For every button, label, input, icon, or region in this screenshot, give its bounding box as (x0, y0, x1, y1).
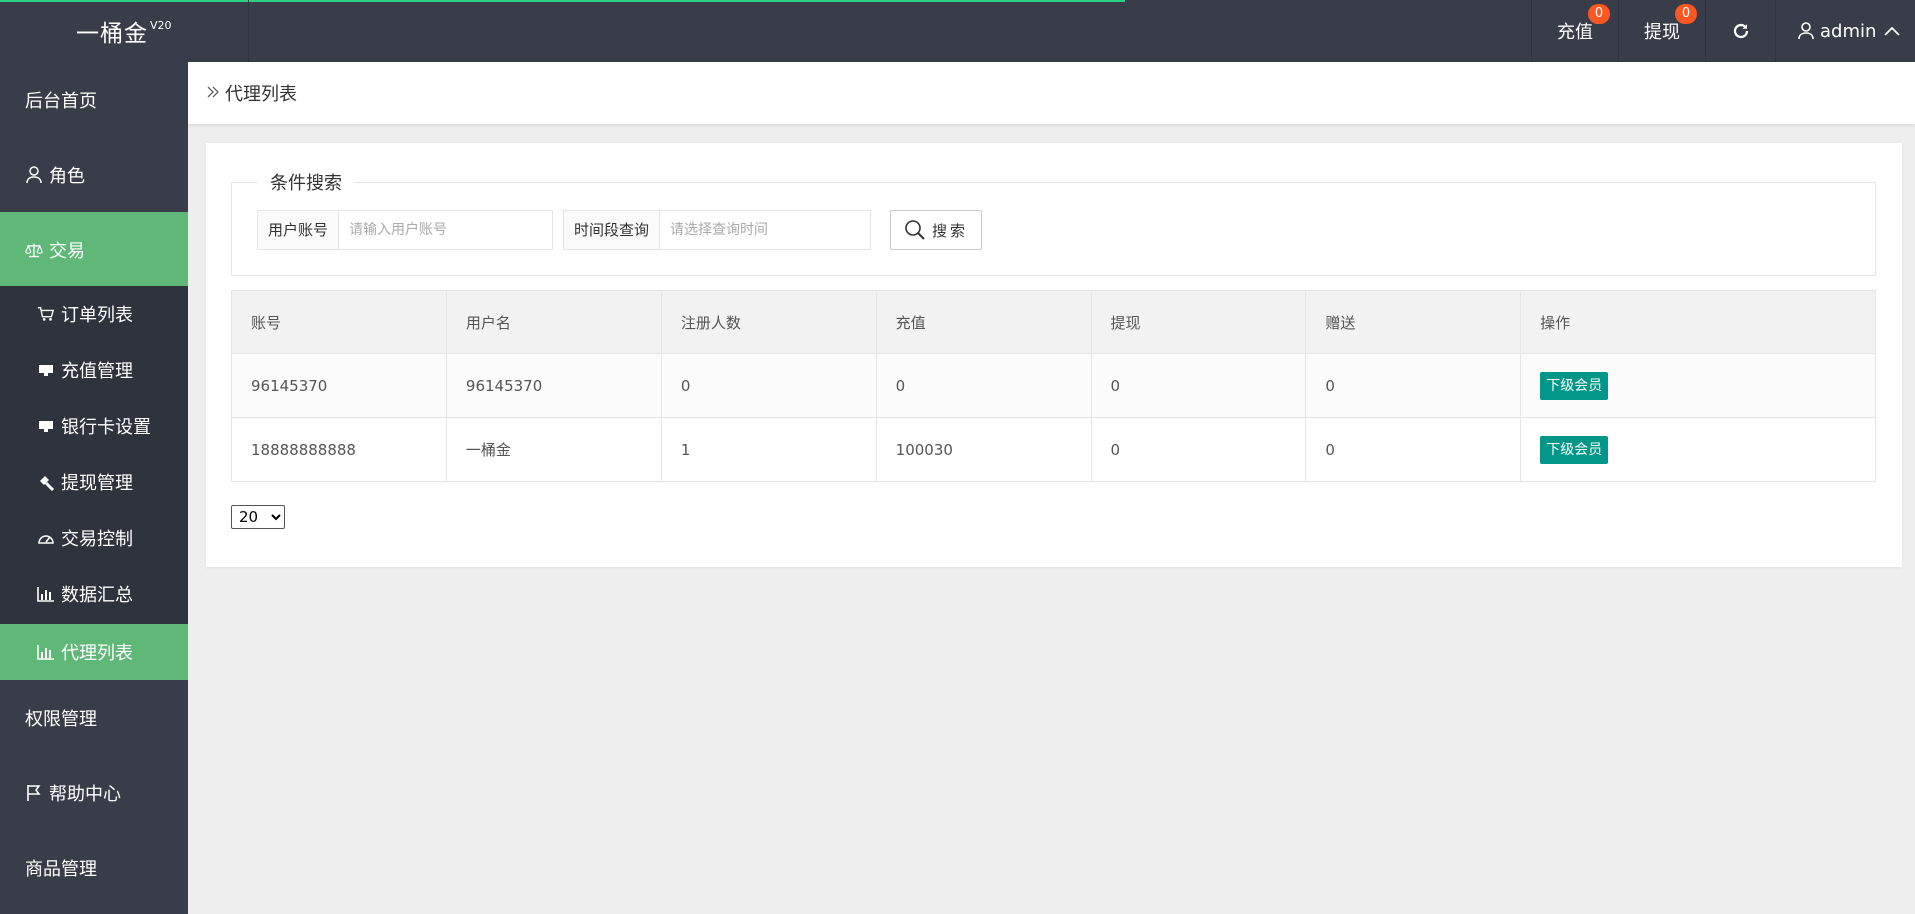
col-username: 用户名 (445, 290, 662, 354)
cell-recharge: 0 (875, 353, 1092, 418)
col-gift: 赠送 (1305, 290, 1522, 354)
time-range-input[interactable] (660, 211, 870, 249)
hammer-icon (37, 473, 55, 491)
sidebar-item-label: 帮助中心 (49, 783, 121, 805)
cell-actions: 下级会员 (1520, 353, 1876, 418)
table-header-row: 账号 用户名 注册人数 充值 提现 赠送 操作 (231, 290, 1876, 354)
flag-icon (25, 784, 43, 802)
cart-icon (37, 305, 55, 323)
header-actions: 充值 0 提现 0 admin (1531, 0, 1915, 62)
page-title: 代理列表 (225, 84, 297, 105)
col-registrations: 注册人数 (660, 290, 877, 354)
account-input[interactable] (339, 211, 550, 249)
username: admin (1820, 20, 1877, 42)
sidebar-item-label: 交易控制 (61, 529, 133, 550)
col-withdraw: 提现 (1090, 290, 1307, 354)
account-input-group: 用户账号 (257, 210, 553, 250)
withdraw-button[interactable]: 提现 0 (1618, 0, 1705, 62)
app-name: 一桶金 (76, 21, 148, 47)
table-row: 18888888888 一桶金 1 100030 0 0 下级会员 (231, 417, 1876, 482)
sub-members-button[interactable]: 下级会员 (1540, 435, 1609, 464)
monitor-icon (37, 417, 55, 435)
search-legend: 条件搜索 (258, 169, 354, 195)
trade-submenu: 订单列表 充值管理 银行卡设置 提现管理 交易控制 数据汇总 代理列表 (0, 286, 188, 680)
sidebar-item-label: 充值管理 (61, 361, 133, 382)
sidebar-item-recharge[interactable]: 充值管理 (0, 342, 188, 398)
sidebar-item-agent-list[interactable]: 代理列表 (0, 624, 188, 680)
user-menu[interactable]: admin (1775, 0, 1915, 62)
sidebar-item-trade[interactable]: 交易 (0, 212, 188, 287)
search-button-label: 搜索 (931, 221, 968, 240)
cell-actions: 下级会员 (1520, 417, 1876, 482)
app-version: V20 (150, 19, 172, 32)
cell-recharge: 100030 (875, 417, 1092, 482)
cell-registrations: 1 (660, 417, 877, 482)
sidebar-item-label: 权限管理 (25, 708, 97, 730)
sidebar-item-withdraw[interactable]: 提现管理 (0, 454, 188, 510)
cell-account: 18888888888 (231, 417, 447, 482)
time-label: 时间段查询 (564, 211, 661, 249)
agent-table: 账号 用户名 注册人数 充值 提现 赠送 操作 96145370 9614537… (231, 290, 1876, 482)
sidebar: 后台首页 角色 交易 订单列表 充值管理 银行卡设置 提现管理 交易控制 数据汇… (0, 62, 188, 914)
sidebar-item-orders[interactable]: 订单列表 (0, 286, 188, 342)
time-input-group: 时间段查询 (563, 210, 871, 250)
cell-withdraw: 0 (1090, 353, 1307, 418)
sidebar-item-bankcard[interactable]: 银行卡设置 (0, 398, 188, 454)
sidebar-item-help[interactable]: 帮助中心 (0, 755, 188, 830)
sidebar-item-label: 后台首页 (25, 90, 97, 112)
recharge-button[interactable]: 充值 0 (1531, 0, 1618, 62)
double-chevron-right-icon (207, 86, 219, 98)
content-card: 条件搜索 用户账号 时间段查询 搜索 账号 用户名 注册人数 充值 提现 赠送 (206, 143, 1902, 567)
app-logo[interactable]: 一桶金 V20 (0, 0, 249, 62)
cell-registrations: 0 (660, 353, 877, 418)
cell-gift: 0 (1305, 417, 1522, 482)
cell-username: 96145370 (445, 353, 662, 418)
table-row: 96145370 96145370 0 0 0 0 下级会员 (231, 353, 1876, 418)
sidebar-item-roles[interactable]: 角色 (0, 137, 188, 212)
page-size-select[interactable]: 20 (231, 505, 285, 529)
cell-gift: 0 (1305, 353, 1522, 418)
sidebar-item-label: 代理列表 (61, 643, 133, 664)
col-recharge: 充值 (875, 290, 1092, 354)
cell-account: 96145370 (231, 353, 447, 418)
account-label: 用户账号 (258, 211, 340, 249)
col-account: 账号 (231, 290, 447, 354)
sidebar-item-label: 交易 (49, 240, 85, 262)
sidebar-item-permissions[interactable]: 权限管理 (0, 680, 188, 755)
sidebar-item-data-summary[interactable]: 数据汇总 (0, 566, 188, 622)
search-panel: 条件搜索 用户账号 时间段查询 搜索 (231, 169, 1876, 276)
search-button[interactable]: 搜索 (890, 210, 982, 250)
recharge-label: 充值 (1557, 22, 1593, 43)
user-icon (1798, 22, 1814, 40)
bar-chart-icon (37, 643, 55, 661)
sidebar-item-label: 角色 (49, 165, 85, 187)
bar-chart-icon (37, 585, 55, 603)
user-icon (25, 165, 43, 184)
scale-icon (25, 241, 43, 259)
sidebar-item-label: 银行卡设置 (61, 417, 151, 438)
cell-username: 一桶金 (445, 417, 662, 482)
sidebar-item-label: 数据汇总 (61, 585, 133, 606)
refresh-button[interactable] (1705, 0, 1775, 62)
recharge-count-badge: 0 (1588, 4, 1610, 24)
sidebar-item-trade-control[interactable]: 交易控制 (0, 510, 188, 566)
sidebar-item-products[interactable]: 商品管理 (0, 830, 188, 905)
sidebar-item-label: 商品管理 (25, 858, 97, 880)
search-icon (905, 220, 925, 240)
monitor-icon (37, 361, 55, 379)
withdraw-label: 提现 (1644, 22, 1680, 43)
cell-withdraw: 0 (1090, 417, 1307, 482)
top-header: 一桶金 V20 充值 0 提现 0 admin (0, 0, 1915, 62)
refresh-icon (1733, 23, 1748, 39)
sidebar-item-label: 提现管理 (61, 473, 133, 494)
withdraw-count-badge: 0 (1675, 4, 1697, 24)
dashboard-gauge-icon (37, 529, 55, 547)
sidebar-item-dashboard[interactable]: 后台首页 (0, 62, 188, 137)
col-actions: 操作 (1520, 290, 1876, 354)
sidebar-item-label: 订单列表 (61, 305, 133, 326)
chevron-up-icon (1884, 26, 1901, 36)
sub-members-button[interactable]: 下级会员 (1540, 371, 1609, 400)
breadcrumb: 代理列表 (188, 62, 1915, 124)
